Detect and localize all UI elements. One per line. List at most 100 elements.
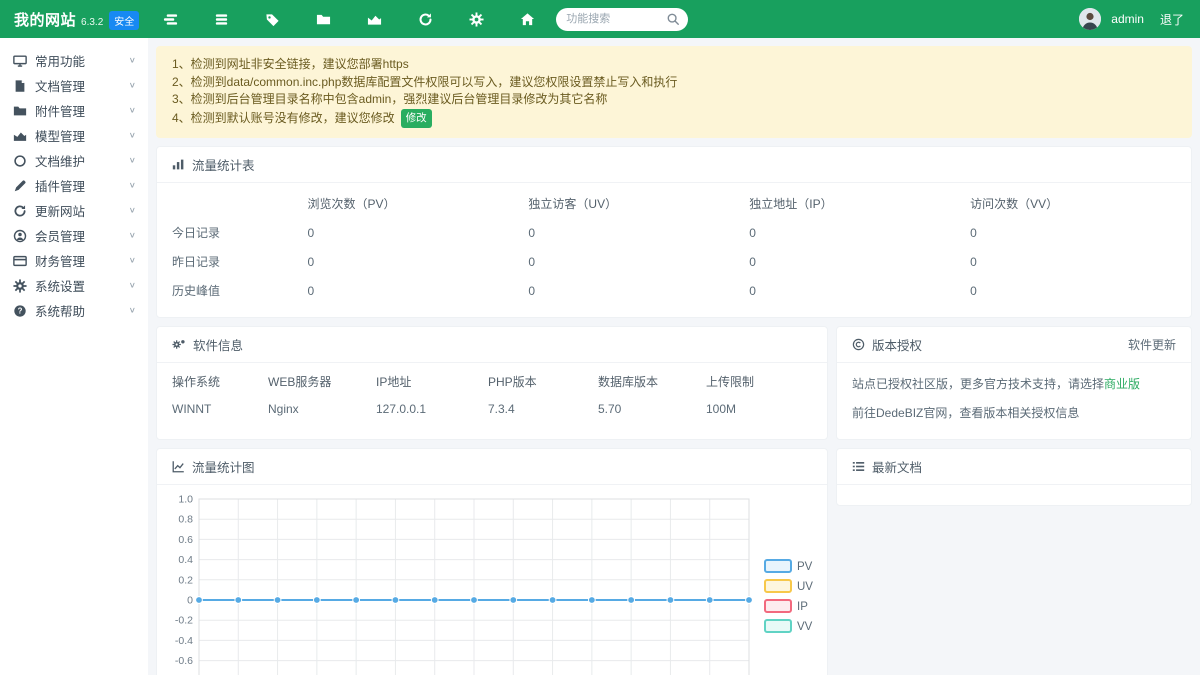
user-area: admin 退了 <box>1079 8 1200 30</box>
field-label: 上传限制 <box>706 373 812 390</box>
sidebar-item-label: 会员管理 <box>35 226 129 245</box>
chevron-down-icon: ∨ <box>129 81 136 90</box>
sidebar-item-settings[interactable]: 系统设置 ∨ <box>0 273 148 298</box>
search-icon[interactable] <box>666 12 680 31</box>
chart-icon <box>12 128 27 143</box>
field-label: PHP版本 <box>488 373 598 390</box>
latest-docs-panel: 最新文档 <box>836 448 1192 506</box>
sidebar-item-attachments[interactable]: 附件管理 ∨ <box>0 98 148 123</box>
field-label: WEB服务器 <box>268 373 376 390</box>
gear-icon[interactable] <box>461 7 491 31</box>
home-icon[interactable] <box>512 7 542 31</box>
svg-text:0: 0 <box>187 595 193 607</box>
software-info-grid: 操作系统 WEB服务器 IP地址 PHP版本 数据库版本 上传限制 WINNT … <box>172 369 812 416</box>
field-value: 7.3.4 <box>488 402 598 416</box>
circle-icon <box>12 153 27 168</box>
line-chart-icon <box>172 460 185 473</box>
traffic-table-panel: 流量统计表 浏览次数（PV） 独立访客（UV） 独立地址（IP） 访问次数（VV… <box>156 146 1192 318</box>
sidebar-item-members[interactable]: 会员管理 ∨ <box>0 223 148 248</box>
alert-line: 4、检测到默认账号没有修改，建议您修改修改 <box>172 109 1176 129</box>
sidebar-item-models[interactable]: 模型管理 ∨ <box>0 123 148 148</box>
table-row: 今日记录 0 0 0 0 <box>172 218 1176 247</box>
question-icon: ? <box>12 303 27 318</box>
refresh-icon[interactable] <box>410 7 440 31</box>
column-header: 独立地址（IP） <box>749 189 970 218</box>
column-header: 浏览次数（PV） <box>308 189 529 218</box>
sidebar-item-documents[interactable]: 文档管理 ∨ <box>0 73 148 98</box>
svg-text:1.0: 1.0 <box>178 494 193 506</box>
security-alerts: 1、检测到网址非安全链接，建议您部署https 2、检测到data/common… <box>156 46 1192 138</box>
panel-title: 版本授权 <box>872 335 922 354</box>
chart-area-icon[interactable] <box>359 7 389 31</box>
username-label[interactable]: admin <box>1111 12 1144 26</box>
field-value: 127.0.0.1 <box>376 402 488 416</box>
sidebar-item-maintenance[interactable]: 文档维护 ∨ <box>0 148 148 173</box>
main-content: 1、检测到网址非安全链接，建议您部署https 2、检测到data/common… <box>148 38 1200 675</box>
sidebar-item-plugins[interactable]: 插件管理 ∨ <box>0 173 148 198</box>
column-header: 独立访客（UV） <box>528 189 749 218</box>
logout-link[interactable]: 退了 <box>1160 11 1184 28</box>
chevron-down-icon: ∨ <box>129 256 136 265</box>
license-line: 站点已授权社区版，更多官方技术支持，请选择商业版 <box>852 369 1176 398</box>
modify-button[interactable]: 修改 <box>401 109 432 129</box>
sidebar-item-label: 附件管理 <box>35 101 129 120</box>
svg-text:?: ? <box>17 306 22 315</box>
sidebar-item-finance[interactable]: 财务管理 ∨ <box>0 248 148 273</box>
site-title: 我的网站 <box>14 9 76 30</box>
svg-text:-0.6: -0.6 <box>175 655 193 667</box>
sidebar-item-label: 财务管理 <box>35 251 129 270</box>
field-value: 100M <box>706 402 812 416</box>
avatar[interactable] <box>1079 8 1101 30</box>
sidebar-item-common[interactable]: 常用功能 ∨ <box>0 48 148 73</box>
tag-icon[interactable] <box>257 7 287 31</box>
sidebar-item-label: 系统帮助 <box>35 301 129 320</box>
traffic-stats-table: 浏览次数（PV） 独立访客（UV） 独立地址（IP） 访问次数（VV） 今日记录… <box>172 189 1176 305</box>
sidebar-item-help[interactable]: ? 系统帮助 ∨ <box>0 298 148 323</box>
field-value: Nginx <box>268 402 376 416</box>
sidebar-item-label: 文档管理 <box>35 76 129 95</box>
brand[interactable]: 我的网站 6.3.2 安全 <box>0 9 153 30</box>
sidebar-item-label: 模型管理 <box>35 126 129 145</box>
chevron-down-icon: ∨ <box>129 206 136 215</box>
chevron-down-icon: ∨ <box>129 131 136 140</box>
field-label: IP地址 <box>376 373 488 390</box>
bars-icon[interactable] <box>206 7 236 31</box>
traffic-chart-panel: 流量统计图 -1.0-0.8-0.6-0.4-0.200.20.40.60.81… <box>156 448 828 675</box>
svg-text:IP: IP <box>797 601 808 613</box>
alert-line: 2、检测到data/common.inc.php数据库配置文件权限可以写入，建议… <box>172 74 1176 92</box>
alert-line: 3、检测到后台管理目录名称中包含admin，强烈建议后台管理目录修改为其它名称 <box>172 91 1176 109</box>
card-icon <box>12 253 27 268</box>
bar-chart-icon <box>172 158 185 171</box>
alert-line: 1、检测到网址非安全链接，建议您部署https <box>172 56 1176 74</box>
gear-icon <box>12 278 27 293</box>
file-icon <box>12 78 27 93</box>
monitor-icon <box>12 53 27 68</box>
svg-text:PV: PV <box>797 561 813 573</box>
software-update-link[interactable]: 软件更新 <box>1128 336 1176 353</box>
pen-icon <box>12 178 27 193</box>
svg-text:0.2: 0.2 <box>178 574 193 586</box>
software-info-panel: 软件信息 操作系统 WEB服务器 IP地址 PHP版本 数据库版本 上传限制 W… <box>156 326 828 440</box>
field-value: WINNT <box>172 402 268 416</box>
panel-title: 最新文档 <box>872 457 922 476</box>
column-header: 访问次数（VV） <box>970 189 1176 218</box>
stream-icon[interactable] <box>155 7 185 31</box>
sidebar-item-update-site[interactable]: 更新网站 ∨ <box>0 198 148 223</box>
top-nav-icons <box>155 7 542 31</box>
user-icon <box>12 228 27 243</box>
chevron-down-icon: ∨ <box>129 181 136 190</box>
top-bar: 我的网站 6.3.2 安全 <box>0 0 1200 38</box>
commercial-link[interactable]: 商业版 <box>1104 377 1140 391</box>
version-label: 6.3.2 <box>81 17 103 28</box>
copyright-icon <box>852 338 865 351</box>
cogs-icon <box>172 338 186 351</box>
sidebar: 常用功能 ∨ 文档管理 ∨ 附件管理 ∨ 模型管理 ∨ 文档维护 ∨ 插件管理 … <box>0 38 148 675</box>
security-badge: 安全 <box>109 11 139 30</box>
table-row: 历史峰值 0 0 0 0 <box>172 276 1176 305</box>
field-label: 操作系统 <box>172 373 268 390</box>
traffic-line-chart: -1.0-0.8-0.6-0.4-0.200.20.40.60.81.005-2… <box>161 489 813 675</box>
list-icon <box>852 460 865 473</box>
chevron-down-icon: ∨ <box>129 156 136 165</box>
svg-text:UV: UV <box>797 581 813 593</box>
folder-icon[interactable] <box>308 7 338 31</box>
